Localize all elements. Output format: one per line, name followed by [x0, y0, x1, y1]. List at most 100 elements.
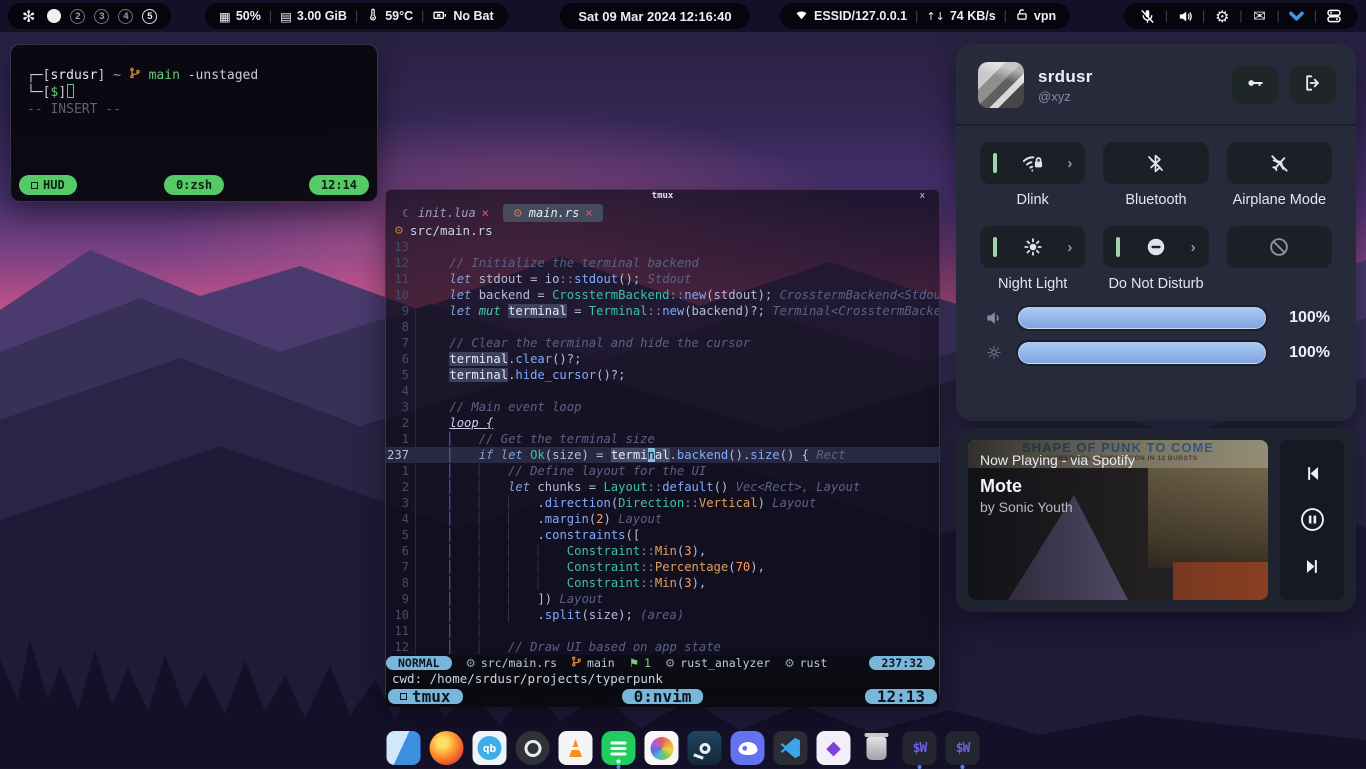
line-number: 11 — [386, 271, 416, 287]
system-stats-module[interactable]: ▦50% | ▤3.00 GiB | 59°C | No Bat — [205, 3, 508, 29]
album-art[interactable]: SHAPE OF PUNK TO COME A CHIMERICAL BOMBI… — [968, 440, 1268, 600]
previous-track-button[interactable] — [1292, 456, 1332, 490]
dock-item-steam[interactable] — [688, 731, 722, 765]
dock-item-vscode[interactable] — [774, 731, 808, 765]
code-line[interactable]: 5 terminal.hide_cursor()?; — [386, 367, 939, 383]
chevron-right-icon[interactable]: › — [1067, 155, 1072, 172]
dock-item-spotify[interactable] — [602, 731, 636, 765]
dock-item-sw-app-1[interactable]: $W — [903, 731, 937, 765]
code-line[interactable]: 6 ▏ ▏ ▏ ▏ Constraint::Min(3), — [386, 543, 939, 559]
code-line[interactable]: 2 loop { — [386, 415, 939, 431]
code-line[interactable]: 10 ▏ ▏ ▏ .split(size); (area) — [386, 607, 939, 623]
clock-module[interactable]: Sat 09 Mar 2024 12:16:40 — [560, 3, 750, 29]
code-line[interactable]: 11 let stdout = io::stdout(); Stdout — [386, 271, 939, 287]
brightness-slider[interactable] — [1018, 342, 1266, 364]
toggle-airplane-mode[interactable] — [1227, 142, 1332, 184]
tab-init-lua[interactable]: ☾ init.lua × — [392, 204, 499, 222]
settings-gear-icon[interactable]: ⚙ — [1212, 7, 1232, 26]
tmux-session-pill[interactable]: tmux — [388, 689, 463, 704]
vi-mode-indicator: -- INSERT -- — [27, 102, 121, 117]
workspace-2[interactable]: 2 — [70, 9, 85, 24]
code-line[interactable]: 11 ▏ ▏ — [386, 623, 939, 639]
winbar-breadcrumb: ⚙ src/main.rs — [386, 222, 939, 239]
workspace-5[interactable]: 5 — [142, 9, 157, 24]
chevron-right-icon[interactable]: › — [1067, 239, 1072, 256]
code-line[interactable]: 4 ▏ ▏ ▏ .margin(2) Layout — [386, 511, 939, 527]
dock-item-sw-app-2[interactable]: $W — [946, 731, 980, 765]
sw-app-1-icon: $W — [913, 741, 927, 756]
code-line[interactable]: 1 ▏ // Get the terminal size — [386, 431, 939, 447]
terminal-output[interactable]: ┌─[srdusr] ~ main -unstaged └─[$] -- INS… — [11, 45, 377, 118]
tmux-editor-window[interactable]: tmux x ☾ init.lua × ⚙ main.rs × ⚙ src/ma… — [385, 189, 940, 699]
volume-slider[interactable] — [1018, 307, 1266, 329]
toggle-blocked[interactable] — [1227, 226, 1332, 268]
dock-item-file-manager[interactable] — [387, 731, 421, 765]
code-line[interactable]: 6 terminal.clear()?; — [386, 351, 939, 367]
dock-item-vlc[interactable] — [559, 731, 593, 765]
toggle-bluetooth[interactable] — [1103, 142, 1208, 184]
chevron-down-icon[interactable] — [1287, 7, 1307, 26]
dock-item-photos[interactable] — [645, 731, 679, 765]
clock-text: Sat 09 Mar 2024 12:16:40 — [578, 9, 731, 24]
line-number: 13 — [386, 239, 416, 255]
discord-icon — [738, 742, 757, 755]
workspace-1[interactable] — [47, 9, 61, 23]
toggle-label: Do Not Disturb — [1108, 276, 1203, 294]
code-line[interactable]: 8 — [386, 319, 939, 335]
line-number: 7 — [386, 335, 416, 351]
code-line[interactable]: 9 let mut terminal = Terminal::new(backe… — [386, 303, 939, 319]
active-indicator — [1116, 237, 1120, 257]
code-line[interactable]: 8 ▏ ▏ ▏ ▏ Constraint::Min(3), — [386, 575, 939, 591]
toggles-panel-icon[interactable] — [1324, 7, 1344, 25]
code-line[interactable]: 1 ▏ ▏ // Define layout for the UI — [386, 463, 939, 479]
tab-main-rs[interactable]: ⚙ main.rs × — [503, 204, 603, 222]
dock-item-obs-studio[interactable] — [516, 731, 550, 765]
code-line[interactable]: 7 ▏ ▏ ▏ ▏ Constraint::Percentage(70), — [386, 559, 939, 575]
tab-close-icon[interactable]: × — [585, 206, 592, 220]
code-line[interactable]: 10 let backend = CrosstermBackend::new(s… — [386, 287, 939, 303]
dock-item-qbittorrent[interactable]: qb — [473, 731, 507, 765]
code-line[interactable]: 3 ▏ ▏ ▏ .direction(Direction::Vertical) … — [386, 495, 939, 511]
mail-tray-icon[interactable]: ✉ — [1250, 7, 1270, 25]
volume-icon — [982, 308, 1006, 328]
workspace-4[interactable]: 4 — [118, 9, 133, 24]
network-module[interactable]: ESSID/127.0.0.1 | ↑↓74 KB/s | vpn — [780, 3, 1070, 29]
code-line[interactable]: 13 — [386, 239, 939, 255]
keyring-button[interactable] — [1232, 66, 1278, 104]
speaker-icon[interactable] — [1175, 8, 1195, 25]
chevron-right-icon[interactable]: › — [1191, 239, 1196, 256]
logout-button[interactable] — [1290, 66, 1336, 104]
toggle-night-light[interactable]: › — [980, 226, 1085, 268]
toggle-dlink[interactable]: › — [980, 142, 1085, 184]
trash-icon — [867, 737, 887, 760]
pause-button[interactable] — [1292, 503, 1332, 537]
terminal-window[interactable]: ┌─[srdusr] ~ main -unstaged └─[$] -- INS… — [10, 44, 378, 202]
toggle-do-not-disturb[interactable]: › — [1103, 226, 1208, 268]
code-line[interactable]: 5 ▏ ▏ ▏ .constraints([ — [386, 527, 939, 543]
dock-item-discord[interactable] — [731, 731, 765, 765]
dock-item-obsidian[interactable]: ◆ — [817, 731, 851, 765]
mic-muted-icon[interactable] — [1138, 8, 1158, 25]
dock-item-trash[interactable] — [860, 731, 894, 765]
code-line[interactable]: 12 // Initialize the terminal backend — [386, 255, 939, 271]
line-number: 11 — [386, 623, 416, 639]
code-line[interactable]: 4 — [386, 383, 939, 399]
tmux-session-pill[interactable]: HUD — [19, 175, 77, 195]
workspace-3[interactable]: 3 — [94, 9, 109, 24]
dock-item-firefox[interactable] — [430, 731, 464, 765]
code-line[interactable]: 2 ▏ ▏ let chunks = Layout::default() Vec… — [386, 479, 939, 495]
username: srdusr — [1038, 67, 1218, 87]
tab-close-icon[interactable]: × — [482, 206, 489, 220]
tmux-window-pill[interactable]: 0:nvim — [622, 689, 704, 704]
netspeed-stat: ↑↓74 KB/s — [926, 9, 995, 23]
code-line[interactable]: 7 // Clear the terminal and hide the cur… — [386, 335, 939, 351]
code-line[interactable]: 9 ▏ ▏ ▏ ]) Layout — [386, 591, 939, 607]
code-line-current[interactable]: 237 ▏ if let Ok(size) = terminal.backend… — [386, 447, 939, 463]
code-lines[interactable]: 1312 // Initialize the terminal backend1… — [386, 239, 939, 655]
code-line[interactable]: 3 // Main event loop — [386, 399, 939, 415]
code-line[interactable]: 12 ▏ ▏ // Draw UI based on app state — [386, 639, 939, 655]
tmux-window-pill[interactable]: 0:zsh — [164, 175, 224, 195]
close-button[interactable]: x — [920, 190, 925, 202]
next-track-button[interactable] — [1292, 550, 1332, 584]
line-number: 5 — [386, 367, 416, 383]
